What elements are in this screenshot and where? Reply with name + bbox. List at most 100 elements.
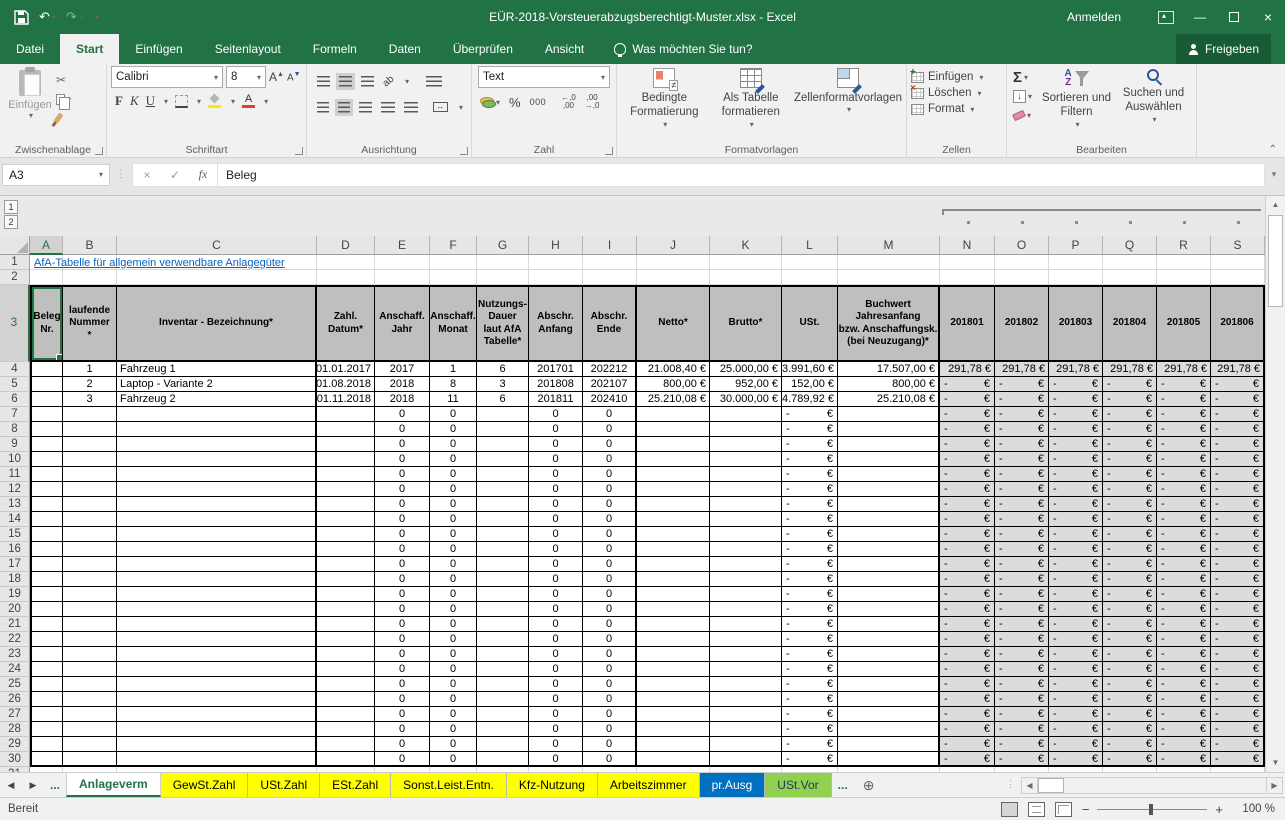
cell-k17[interactable] — [710, 557, 782, 572]
maximize-button[interactable] — [1217, 0, 1251, 34]
cell-g11[interactable] — [477, 467, 529, 482]
cell-d6[interactable]: 01.11.2018 — [317, 392, 375, 407]
cell-r7[interactable]: -€ — [1157, 407, 1211, 422]
cell-r17[interactable]: -€ — [1157, 557, 1211, 572]
row-header-19[interactable]: 19 — [0, 587, 30, 602]
cell-o6[interactable]: -€ — [995, 392, 1049, 407]
find-select-button[interactable]: Suchen und Auswählen▾ — [1115, 66, 1192, 141]
cell-a18[interactable] — [30, 572, 63, 587]
cell-q26[interactable]: -€ — [1103, 692, 1157, 707]
cell-p18[interactable]: -€ — [1049, 572, 1103, 587]
font-color-icon[interactable]: A — [242, 94, 255, 108]
cell-j19[interactable] — [637, 587, 710, 602]
cut-button[interactable]: ✂ — [56, 72, 71, 88]
cell-c18[interactable] — [117, 572, 317, 587]
cell-h22[interactable]: 0 — [529, 632, 583, 647]
horizontal-scroll-thumb[interactable] — [1038, 778, 1064, 793]
cell-i27[interactable]: 0 — [583, 707, 637, 722]
cell-k8[interactable] — [710, 422, 782, 437]
row-header-2[interactable]: 2 — [0, 270, 30, 285]
cell-a28[interactable] — [30, 722, 63, 737]
cell-r10[interactable]: -€ — [1157, 452, 1211, 467]
cell-o14[interactable]: -€ — [995, 512, 1049, 527]
cell-k30[interactable] — [710, 752, 782, 767]
cell-f7[interactable]: 0 — [430, 407, 477, 422]
cell-n29[interactable]: -€ — [940, 737, 995, 752]
cell-i11[interactable]: 0 — [583, 467, 637, 482]
cell-e20[interactable]: 0 — [375, 602, 430, 617]
cell-i15[interactable]: 0 — [583, 527, 637, 542]
cell[interactable] — [1049, 255, 1103, 270]
ribbon-display-options-button[interactable] — [1149, 0, 1183, 34]
cell-m23[interactable] — [838, 647, 940, 662]
cell-i29[interactable]: 0 — [583, 737, 637, 752]
cell-d22[interactable] — [317, 632, 375, 647]
cell-h10[interactable]: 0 — [529, 452, 583, 467]
cell-o24[interactable]: -€ — [995, 662, 1049, 677]
column-header-j[interactable]: J — [637, 236, 710, 255]
cell-q21[interactable]: -€ — [1103, 617, 1157, 632]
cell-e4[interactable]: 2017 — [375, 362, 430, 377]
cell-a22[interactable] — [30, 632, 63, 647]
sheet-tab-gewst-zahl[interactable]: GewSt.Zahl — [161, 773, 249, 797]
cell-e25[interactable]: 0 — [375, 677, 430, 692]
cell-s25[interactable]: -€ — [1211, 677, 1265, 692]
cell-i6[interactable]: 202410 — [583, 392, 637, 407]
cell-g5[interactable]: 3 — [477, 377, 529, 392]
cell-c11[interactable] — [117, 467, 317, 482]
cell-p5[interactable]: -€ — [1049, 377, 1103, 392]
cell-j5[interactable]: 800,00 € — [637, 377, 710, 392]
zoom-level[interactable]: 100 % — [1233, 803, 1275, 815]
cell-a19[interactable] — [30, 587, 63, 602]
cell-r5[interactable]: -€ — [1157, 377, 1211, 392]
cell-d25[interactable] — [317, 677, 375, 692]
cell-c7[interactable] — [117, 407, 317, 422]
font-name-combo[interactable]: Calibri▾ — [111, 66, 223, 88]
vertical-scrollbar[interactable]: ▲ ▼ — [1265, 196, 1285, 772]
cell[interactable] — [838, 270, 940, 285]
cell-g6[interactable]: 6 — [477, 392, 529, 407]
fill-button[interactable]: ↓▾ — [1013, 88, 1032, 105]
collapse-ribbon-icon[interactable]: ⌃ — [1269, 144, 1277, 155]
cell-b16[interactable] — [63, 542, 117, 557]
cell-b5[interactable]: 2 — [63, 377, 117, 392]
number-dialog-launcher-icon[interactable] — [605, 147, 613, 155]
table-header-cell-f3[interactable]: Anschaff. Monat — [430, 285, 477, 362]
table-header-cell-m3[interactable]: Buchwert Jahresanfang bzw. Anschaffungsk… — [838, 285, 940, 362]
row-header-7[interactable]: 7 — [0, 407, 30, 422]
cell-o22[interactable]: -€ — [995, 632, 1049, 647]
row-header-22[interactable]: 22 — [0, 632, 30, 647]
number-format-combo[interactable]: Text▾ — [478, 66, 610, 88]
italic-button[interactable]: K — [130, 93, 139, 109]
cell-k29[interactable] — [710, 737, 782, 752]
cell-p8[interactable]: -€ — [1049, 422, 1103, 437]
cell-i24[interactable]: 0 — [583, 662, 637, 677]
cell-r15[interactable]: -€ — [1157, 527, 1211, 542]
cell-p17[interactable]: -€ — [1049, 557, 1103, 572]
cell-g19[interactable] — [477, 587, 529, 602]
cell-a9[interactable] — [30, 437, 63, 452]
cell-s18[interactable]: -€ — [1211, 572, 1265, 587]
ribbon-tab-einfügen[interactable]: Einfügen — [119, 34, 198, 64]
cell[interactable] — [940, 270, 995, 285]
cell-a21[interactable] — [30, 617, 63, 632]
cell-d27[interactable] — [317, 707, 375, 722]
cell-n22[interactable]: -€ — [940, 632, 995, 647]
cell-l30[interactable]: -€ — [782, 752, 838, 767]
paste-dropdown-icon[interactable]: ▾ — [29, 111, 33, 120]
cell-l19[interactable]: -€ — [782, 587, 838, 602]
cell-j17[interactable] — [637, 557, 710, 572]
cell-n23[interactable]: -€ — [940, 647, 995, 662]
cell[interactable] — [995, 270, 1049, 285]
cell[interactable] — [583, 270, 637, 285]
cell-q18[interactable]: -€ — [1103, 572, 1157, 587]
cell-b13[interactable] — [63, 497, 117, 512]
merge-center-icon[interactable]: ↔ — [433, 102, 448, 112]
cell-l26[interactable]: -€ — [782, 692, 838, 707]
cell-m19[interactable] — [838, 587, 940, 602]
cell-d11[interactable] — [317, 467, 375, 482]
cell[interactable] — [63, 270, 117, 285]
cell-i20[interactable]: 0 — [583, 602, 637, 617]
cell-k18[interactable] — [710, 572, 782, 587]
cell-s16[interactable]: -€ — [1211, 542, 1265, 557]
